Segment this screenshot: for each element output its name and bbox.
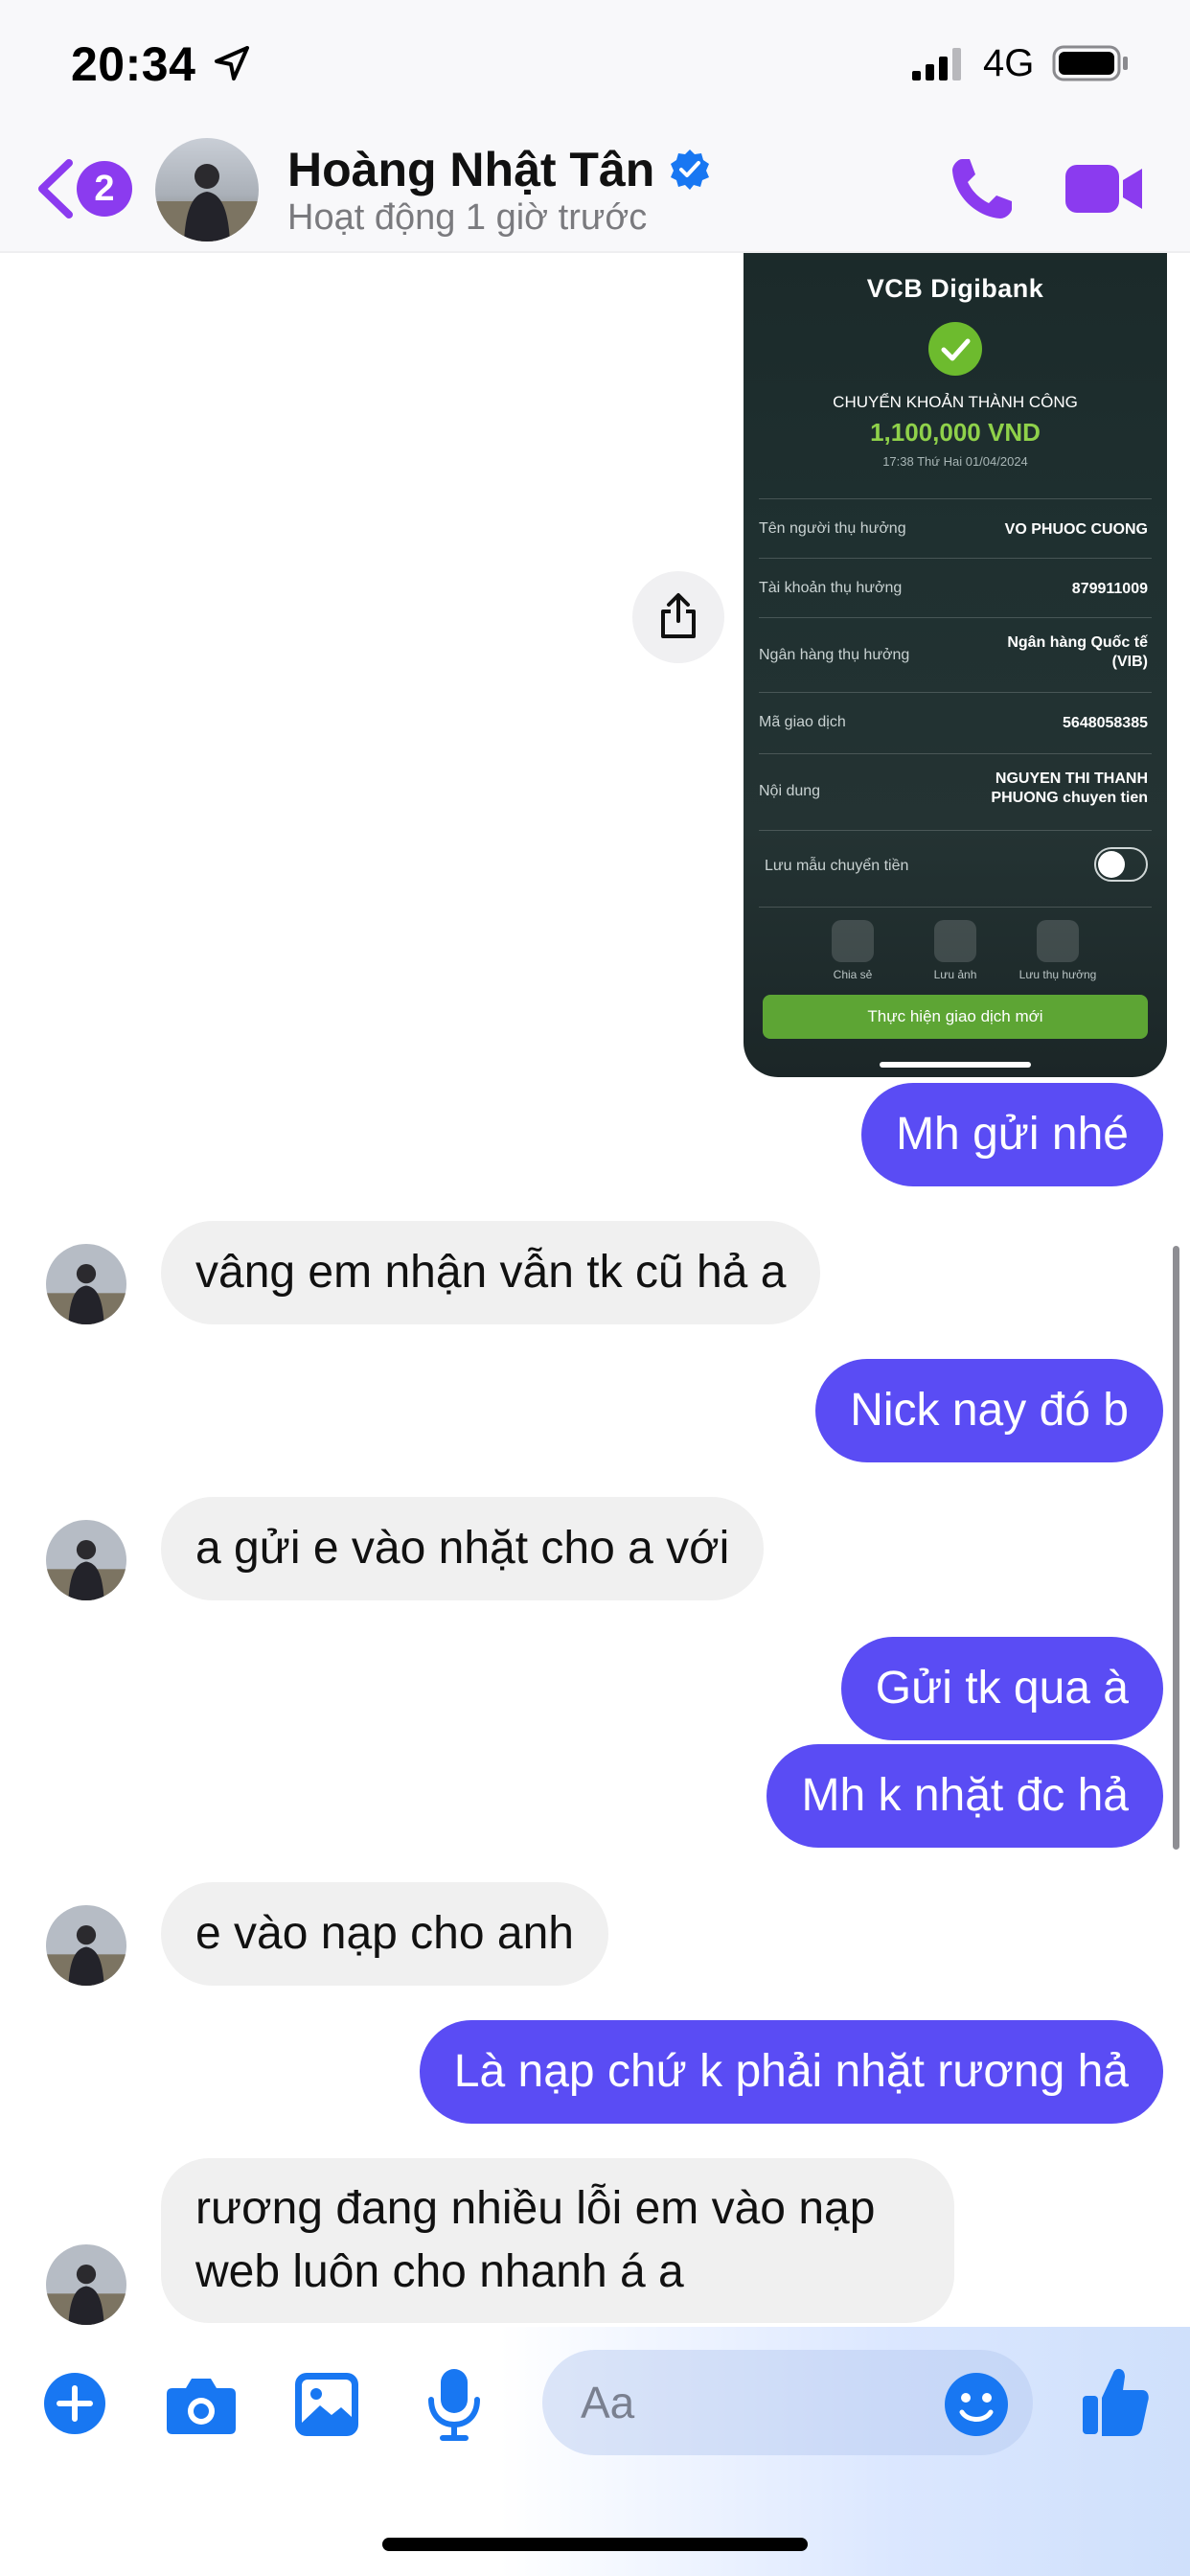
receipt-save-template-row: Lưu mẫu chuyển tiền [759, 830, 1152, 907]
receipt-action-label: Lưu ảnh [933, 968, 977, 981]
toggle-knob [1098, 851, 1125, 878]
receipt-row-label: Tài khoản thụ hưởng [759, 580, 903, 596]
receipt-row-label: Tên người thụ hưởng [759, 520, 906, 537]
phone-icon[interactable] [949, 155, 1016, 222]
receipt-row-value: 5648058385 [1063, 715, 1148, 731]
contact-activity-status: Hoạt động 1 giờ trước [287, 197, 648, 238]
contact-photo [46, 1244, 126, 1324]
receipt-action-share: Chia sẻ [807, 920, 899, 981]
network-label: 4G [983, 42, 1035, 84]
save-template-toggle [1094, 847, 1148, 882]
outgoing-message[interactable]: Là nạp chứ k phải nhặt rương hả [419, 2020, 1163, 2124]
contact-photo [46, 1520, 126, 1600]
verified-icon [671, 150, 709, 190]
incoming-message[interactable]: e vào nạp cho anh [161, 1882, 608, 1986]
receipt-image-message[interactable]: VCB Digibank CHUYỂN KHOẢN THÀNH CÔNG 1,1… [744, 253, 1167, 1077]
contact-photo [155, 138, 259, 242]
receipt-divider [759, 907, 1152, 908]
video-camera-icon[interactable] [1065, 159, 1144, 218]
receipt-row: Tên người thụ hưởng VO PHUOC CUONG [759, 498, 1152, 558]
thumbs-up-icon[interactable] [1081, 2363, 1150, 2438]
contact-avatar-small[interactable] [46, 1520, 126, 1600]
success-check-icon [928, 322, 982, 376]
receipt-row-label: Ngân hàng thụ hưởng [759, 647, 910, 663]
home-indicator [382, 2538, 808, 2551]
signal-bars-icon [912, 48, 961, 80]
share-nodes-icon [832, 920, 874, 962]
camera-icon [934, 920, 976, 962]
photo-icon[interactable] [293, 2371, 360, 2438]
receipt-row-label: Mã giao dịch [759, 714, 846, 730]
receipt-row: Mã giao dịch 5648058385 [759, 692, 1152, 753]
receipt-action-label: Chia sẻ [833, 968, 873, 981]
receipt-action-label: Lưu thụ hưởng [1018, 968, 1097, 981]
outgoing-message[interactable]: Mh k nhặt đc hả [767, 1744, 1163, 1848]
share-button[interactable] [632, 571, 724, 663]
back-chevron-icon [38, 159, 73, 218]
receipt-amount: 1,100,000 VND [870, 418, 1041, 447]
location-arrow-icon [215, 46, 249, 80]
contact-avatar-small[interactable] [46, 1244, 126, 1324]
receipt-save-template-label: Lưu mẫu chuyển tiền [765, 858, 909, 874]
incoming-message[interactable]: a gửi e vào nhặt cho a với [161, 1497, 765, 1600]
receipt-row-label: Nội dung [759, 783, 821, 799]
contact-avatar-small[interactable] [46, 1905, 126, 1986]
back-button[interactable]: 2 [34, 150, 134, 226]
receipt-bank-logo: VCB Digibank [866, 274, 1044, 303]
outgoing-message[interactable]: Nick nay đó b [815, 1359, 1163, 1462]
receipt-row-value: Ngân hàng Quốc tế (VIB) [1007, 634, 1148, 670]
receipt-datetime: 17:38 Thứ Hai 01/04/2024 [882, 454, 1028, 469]
unread-badge: 2 [77, 161, 132, 217]
incoming-message[interactable]: vâng em nhận vẫn tk cũ hả a [161, 1221, 821, 1324]
contact-photo [46, 1905, 126, 1986]
plus-icon[interactable] [42, 2371, 107, 2436]
receipt-heading: CHUYỂN KHOẢN THÀNH CÔNG [833, 393, 1078, 411]
person-icon [1037, 920, 1079, 962]
receipt-row-value: 879911009 [1071, 581, 1148, 597]
outgoing-message[interactable]: Gửi tk qua à [840, 1637, 1163, 1740]
contact-avatar[interactable] [155, 138, 259, 242]
header-divider [0, 251, 1190, 253]
receipt-row: Tài khoản thụ hưởng 879911009 [759, 558, 1152, 617]
emoji-icon[interactable] [943, 2371, 1010, 2438]
share-icon [661, 593, 696, 638]
receipt-new-transaction-button: Thực hiện giao dịch mới [763, 995, 1148, 1039]
contact-photo [46, 2244, 126, 2325]
camera-icon[interactable] [165, 2375, 238, 2436]
receipt-row: Nội dung NGUYEN THI THANH PHUONG chuyen … [759, 753, 1152, 830]
status-time: 20:34 [71, 37, 196, 91]
contact-avatar-small[interactable] [46, 2244, 126, 2325]
incoming-message[interactable]: rương đang nhiều lỗi em vào nạp web luôn… [161, 2158, 954, 2323]
receipt-home-indicator [880, 1062, 1031, 1068]
outgoing-message[interactable]: Mh gửi nhé [861, 1083, 1163, 1186]
battery-icon [1052, 45, 1128, 81]
receipt-row-value: VO PHUOC CUONG [1004, 521, 1148, 538]
receipt-action-save-image: Lưu ảnh [909, 920, 1001, 981]
contact-name[interactable]: Hoàng Nhật Tân [287, 142, 654, 197]
receipt-row: Ngân hàng thụ hưởng Ngân hàng Quốc tế (V… [759, 617, 1152, 692]
status-bar: 20:34 4G [0, 0, 1190, 134]
microphone-icon[interactable] [427, 2367, 481, 2442]
receipt-row-value: NGUYEN THI THANH PHUONG chuyen tien [991, 770, 1148, 806]
scroll-indicator[interactable] [1173, 1246, 1179, 1850]
receipt-action-save-beneficiary: Lưu thụ hưởng [1012, 920, 1104, 981]
